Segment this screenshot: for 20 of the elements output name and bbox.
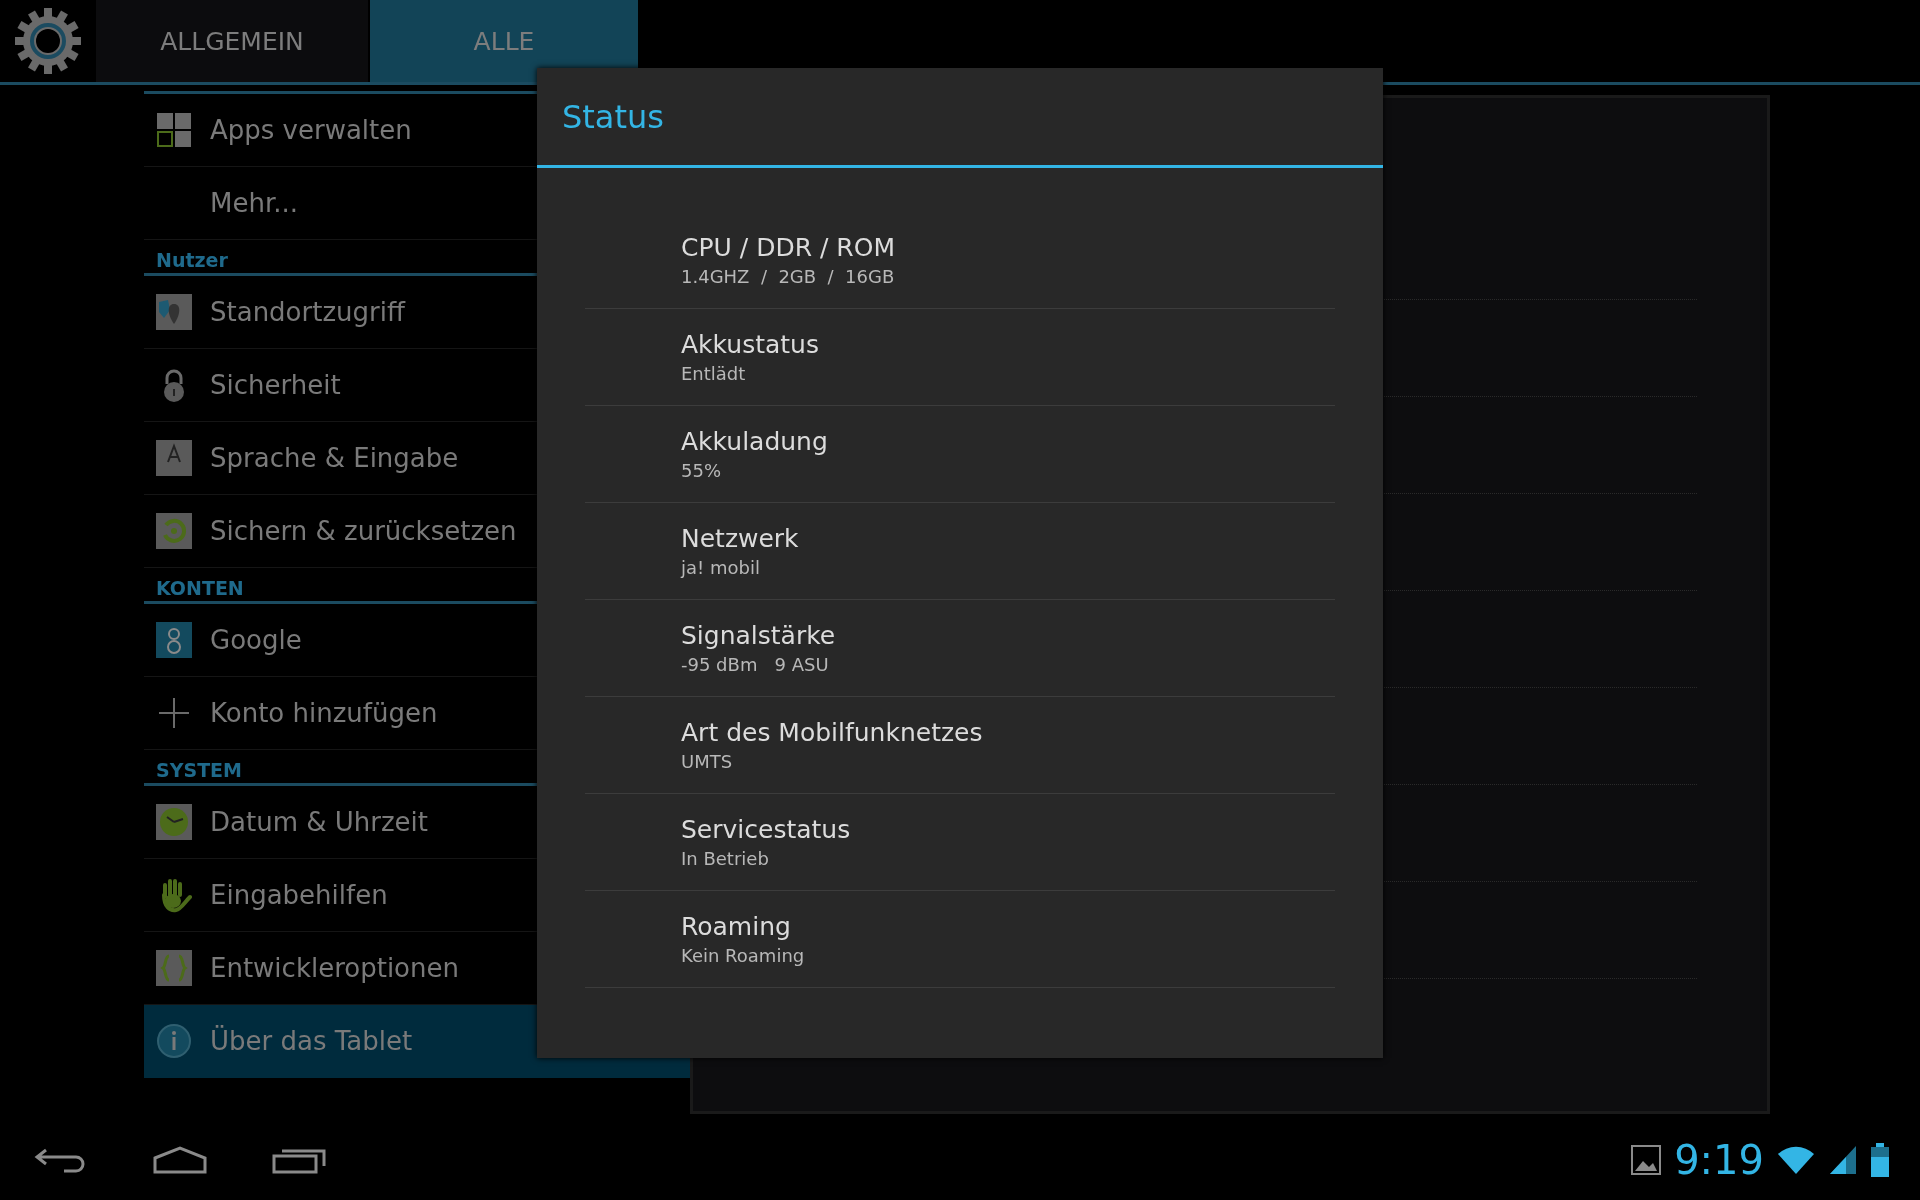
info-icon: [156, 1023, 192, 1059]
plus-icon: [156, 695, 192, 731]
tab[interactable]: ALLE: [370, 0, 638, 82]
home-icon: [152, 1146, 208, 1174]
map-pin-icon: [156, 294, 192, 330]
restore-icon: [156, 513, 192, 549]
dialog-title: Status: [537, 68, 1383, 168]
battery-icon: [1870, 1143, 1890, 1177]
back-icon: [34, 1146, 86, 1174]
wifi-icon: [1776, 1144, 1816, 1176]
tab[interactable]: ALLGEMEIN: [96, 0, 368, 82]
letter-key-icon: [156, 440, 192, 476]
image-icon: [1630, 1144, 1663, 1176]
signal-icon: [1828, 1144, 1858, 1176]
clock-icon: [156, 804, 192, 840]
letter-g-icon: [156, 622, 192, 658]
clock-time: 9:19: [1674, 1137, 1764, 1183]
grid-icon: [156, 112, 192, 148]
settings-icon: [13, 6, 83, 76]
braces-icon: [156, 950, 192, 986]
